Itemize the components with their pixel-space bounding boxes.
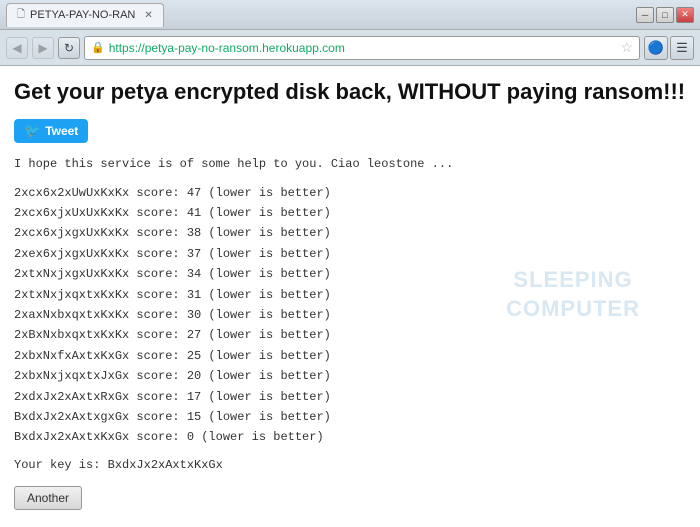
score-line: 2xcx6xjxgxUxKxKx score: 38 (lower is bet…	[14, 223, 686, 243]
score-list: 2xcx6x2xUwUxKxKx score: 47 (lower is bet…	[14, 183, 686, 448]
score-line: 2xcx6xjxUxUxKxKx score: 41 (lower is bet…	[14, 203, 686, 223]
score-line: BxdxJx2xAxtxKxGx score: 0 (lower is bett…	[14, 427, 686, 447]
score-line: 2xaxNxbxqxtxKxKx score: 30 (lower is bet…	[14, 305, 686, 325]
menu-button[interactable]: ☰	[670, 36, 694, 60]
another-button[interactable]: Another	[14, 486, 82, 510]
content-area: SLEEPING COMPUTER Get your petya encrypt…	[0, 66, 700, 527]
url-text: https://petya-pay-no-ransom.herokuapp.co…	[109, 41, 617, 55]
back-button[interactable]: ◀	[6, 37, 28, 59]
score-line: 2xBxNxbxqxtxKxKx score: 27 (lower is bet…	[14, 325, 686, 345]
tab-close-icon[interactable]: ✕	[144, 10, 152, 21]
nav-bar: ◀ ▶ ↻ 🔒 https://petya-pay-no-ransom.hero…	[0, 30, 700, 66]
score-line: 2xbxNxjxqxtxJxGx score: 20 (lower is bet…	[14, 366, 686, 386]
score-line: 2xcx6x2xUwUxKxKx score: 47 (lower is bet…	[14, 183, 686, 203]
score-line: 2xbxNxfxAxtxKxGx score: 25 (lower is bet…	[14, 346, 686, 366]
close-button[interactable]: ✕	[676, 7, 694, 23]
ssl-lock-icon: 🔒	[91, 41, 105, 54]
tweet-button-label: Tweet	[45, 124, 78, 138]
address-bar[interactable]: 🔒 https://petya-pay-no-ransom.herokuapp.…	[84, 36, 640, 60]
intro-text: I hope this service is of some help to y…	[14, 157, 686, 171]
nav-right-buttons: 🔵 ☰	[644, 36, 694, 60]
tab-label: PETYA-PAY-NO-RAN	[30, 9, 135, 21]
score-line: 2xex6xjxgxUxKxKx score: 37 (lower is bet…	[14, 244, 686, 264]
refresh-button[interactable]: ↻	[58, 37, 80, 59]
twitter-bird-icon: 🐦	[24, 123, 40, 139]
browser-tab[interactable]: 🗋 PETYA-PAY-NO-RAN ✕	[6, 3, 164, 27]
your-key-text: Your key is: BxdxJx2xAxtxKxGx	[14, 458, 686, 472]
score-line: 2xtxNxjxqxtxKxKx score: 31 (lower is bet…	[14, 285, 686, 305]
extension-icon-button[interactable]: 🔵	[644, 36, 668, 60]
bookmark-icon[interactable]: ☆	[620, 39, 633, 56]
window-controls: ─ □ ✕	[636, 7, 694, 23]
score-line: 2xdxJx2xAxtxRxGx score: 17 (lower is bet…	[14, 387, 686, 407]
maximize-button[interactable]: □	[656, 7, 674, 23]
tweet-button[interactable]: 🐦 Tweet	[14, 119, 88, 143]
tab-page-icon: 🗋	[17, 7, 25, 24]
score-line: BxdxJx2xAxtxgxGx score: 15 (lower is bet…	[14, 407, 686, 427]
title-bar: 🗋 PETYA-PAY-NO-RAN ✕ ─ □ ✕	[0, 0, 700, 30]
score-line: 2xtxNxjxgxUxKxKx score: 34 (lower is bet…	[14, 264, 686, 284]
forward-button[interactable]: ▶	[32, 37, 54, 59]
title-bar-left: 🗋 PETYA-PAY-NO-RAN ✕	[6, 3, 636, 27]
browser-window: 🗋 PETYA-PAY-NO-RAN ✕ ─ □ ✕ ◀ ▶ ↻ 🔒 https…	[0, 0, 700, 527]
minimize-button[interactable]: ─	[636, 7, 654, 23]
page-heading: Get your petya encrypted disk back, WITH…	[14, 78, 686, 107]
